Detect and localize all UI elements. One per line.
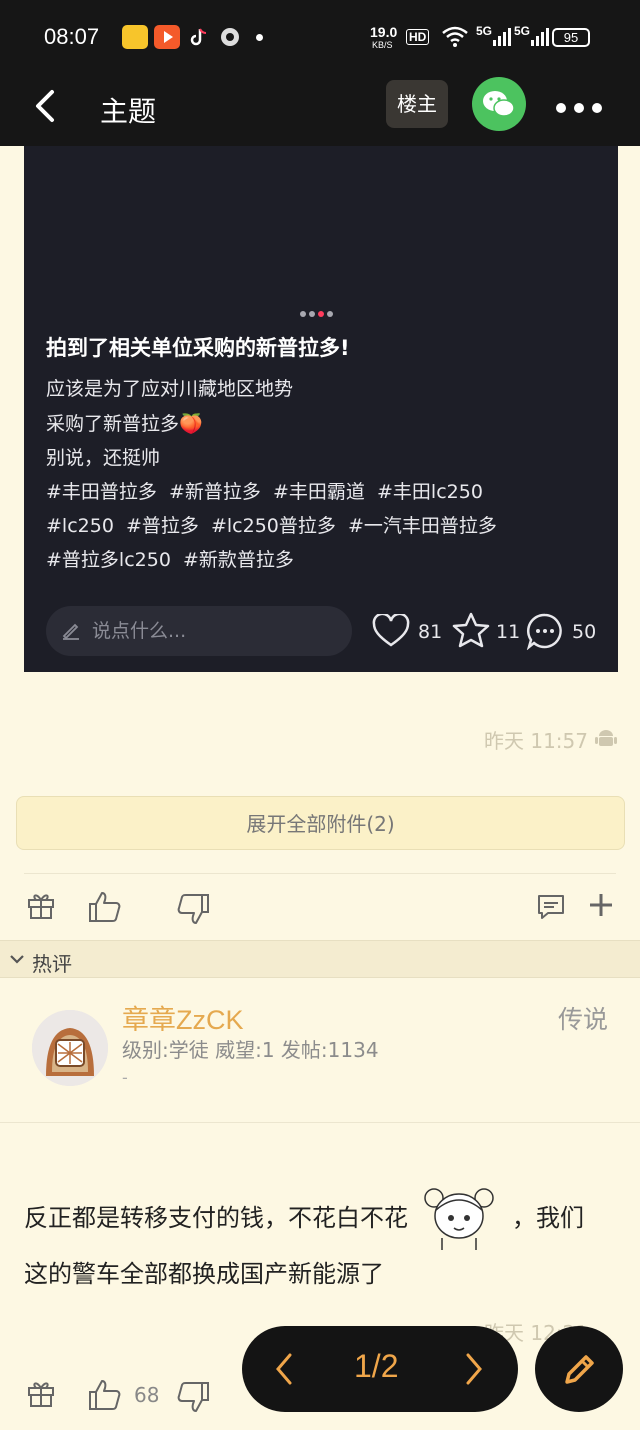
signal-2-icon [530, 26, 550, 52]
page-title: 主题 [100, 95, 157, 128]
heart-icon[interactable] [372, 612, 410, 652]
hot-comments-label: 热评 [32, 952, 72, 976]
comment-text: 反正都是转移支付的钱，不花白不花 [24, 1204, 408, 1232]
divider [24, 873, 616, 874]
embedded-post-tags: #丰田普拉多 #新普拉多 #丰田霸道 #丰田lc250 [46, 481, 483, 503]
embedded-post-line: 应该是为了应对川藏地区地势 [46, 378, 294, 400]
pencil-icon [559, 1350, 599, 1394]
carousel-dots-icon [300, 302, 336, 321]
thumbs-up-icon[interactable] [88, 890, 122, 928]
net-speed-value: 19.0 [370, 24, 398, 40]
video-app-icon [154, 25, 180, 49]
battery-indicator: 95 [552, 28, 590, 47]
post-time: 昨天 11:57 [484, 729, 588, 753]
comment-username[interactable]: 章章ZzCK [122, 998, 244, 1037]
status-bar: 08:07 19.0 KB/S HD 5G 5G 95 [0, 0, 640, 72]
embedded-post-tags: #lc250 #普拉多 #lc250普拉多 #一汽丰田普拉多 [46, 515, 497, 537]
comment-input[interactable]: 说点什么... [46, 606, 352, 656]
embedded-post-title: 拍到了相关单位采购的新普拉多! [46, 336, 350, 360]
comment-body: 反正都是转移支付的钱，不花白不花 ，我们这的警车全部都换成国产新能源了 [24, 1180, 604, 1296]
divider [0, 1122, 640, 1123]
android-icon [594, 726, 618, 754]
page-indicator[interactable]: 1/2 [354, 1348, 398, 1385]
embedded-post-tags: #普拉多lc250 #新款普拉多 [46, 549, 294, 571]
top-nav-bar: 主题 [0, 72, 640, 146]
user-stats: 级别:学徒 威望:1 发帖:1134 [122, 1038, 379, 1062]
user-rank-badge: 传说 [558, 1005, 609, 1034]
prev-page-icon[interactable] [272, 1351, 296, 1391]
sticker-emoji-icon [412, 1180, 508, 1252]
signal-1-icon [492, 26, 512, 52]
comment-like-count: 68 [134, 1383, 160, 1407]
reply-comment-icon[interactable] [536, 892, 566, 926]
network-type-2: 5G [514, 24, 531, 38]
hot-comments-header[interactable]: 热评 [0, 940, 640, 978]
hd-badge: HD [406, 29, 430, 45]
wifi-icon [440, 24, 470, 52]
gift-icon[interactable] [26, 1378, 56, 1412]
chevron-down-icon [8, 951, 26, 971]
status-time: 08:07 [44, 24, 100, 49]
embedded-comment-count: 50 [572, 621, 597, 643]
comment-bubble-icon[interactable] [526, 612, 564, 654]
wechat-share-icon[interactable] [472, 77, 526, 131]
thumbs-up-icon[interactable] [88, 1378, 122, 1416]
embedded-favorite-count: 11 [496, 621, 521, 643]
pencil-icon [60, 619, 82, 645]
notification-dot-icon [256, 34, 263, 41]
more-icon[interactable] [556, 98, 610, 117]
add-icon[interactable] [588, 892, 614, 922]
expand-attachments-button[interactable]: 展开全部附件(2) [16, 796, 625, 850]
settings-app-icon [218, 25, 244, 49]
tiktok-app-icon [186, 25, 212, 49]
next-page-icon[interactable] [462, 1351, 486, 1391]
net-speed-unit: KB/S [372, 40, 393, 50]
network-type-1: 5G [476, 24, 493, 38]
thumbs-down-icon[interactable] [176, 892, 210, 930]
view-owner-only-button[interactable]: 楼主 [386, 80, 448, 128]
embedded-like-count: 81 [418, 621, 443, 643]
page-navigator: 1/2 [242, 1326, 518, 1412]
embedded-post-line: 别说，还挺帅 [46, 447, 161, 469]
embedded-post-line: 采购了新普拉多🍑 [46, 413, 203, 435]
gift-icon[interactable] [26, 890, 56, 924]
avatar[interactable] [32, 1010, 108, 1086]
write-reply-button[interactable] [535, 1326, 623, 1412]
user-signature: - [122, 1068, 128, 1087]
meituan-app-icon [122, 25, 148, 49]
star-icon[interactable] [452, 612, 490, 652]
thumbs-down-icon[interactable] [176, 1380, 210, 1418]
back-arrow-icon[interactable] [32, 88, 60, 128]
